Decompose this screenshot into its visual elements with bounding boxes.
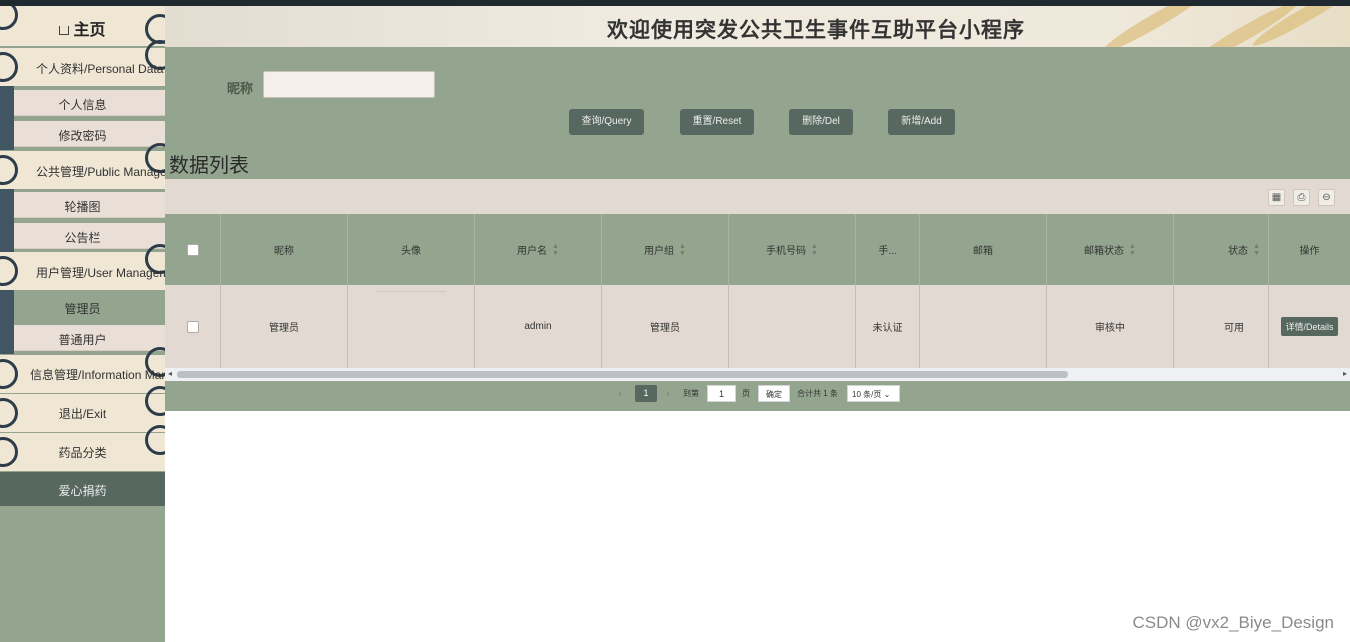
scrollbar-thumb[interactable] xyxy=(177,371,1068,378)
cell-group: 管理员 xyxy=(602,285,729,368)
sidebar-menu-label: 个人资料/Personal Data xyxy=(36,62,164,76)
pagination: ‹ 1 › 到第 1 页 确定 合计共 1 条 10 条/页 ⌄ xyxy=(165,381,1350,407)
page-unit-label: 页 xyxy=(742,389,750,398)
sidebar-item-personal-info[interactable]: 个人信息 xyxy=(14,90,165,116)
nickname-search-input[interactable] xyxy=(263,71,435,98)
column-header[interactable]: 邮箱状态 ▲ ▼ xyxy=(1047,214,1174,285)
sidebar-menu-label: 退出/Exit xyxy=(58,407,107,421)
reset-button[interactable]: 重置/Reset xyxy=(680,109,754,135)
sidebar-menu-medicine-donation[interactable]: 爱心捐药 xyxy=(0,472,165,506)
cell-status: 可用 xyxy=(1174,285,1269,368)
cell-action: 详情/Details xyxy=(1269,285,1350,368)
add-button[interactable]: 新增/Add xyxy=(888,109,955,135)
sidebar-menu-personal[interactable]: 个人资料/Personal Data xyxy=(0,40,165,86)
sidebar-menu-label: 公共管理/Public Management xyxy=(36,165,165,179)
export-icon[interactable]: ⎙ xyxy=(1293,189,1310,206)
next-page-icon[interactable]: › xyxy=(666,385,670,402)
cell-phone-status: 未认证 xyxy=(856,285,920,368)
column-header[interactable]: 手机号码 ▲ ▼ xyxy=(729,214,856,285)
sidebar-menu-label: 用户管理/User Management xyxy=(36,266,165,280)
cell-avatar xyxy=(348,285,475,368)
total-count: 合计共 1 条 xyxy=(797,389,838,398)
cell-email xyxy=(920,285,1047,368)
sidebar-menu-medicine-category[interactable]: 药品分类 xyxy=(0,425,165,471)
home-label: 主页 xyxy=(73,22,106,39)
chevron-down-icon: ⌄ xyxy=(883,390,891,399)
query-button[interactable]: 查询/Query xyxy=(569,109,644,135)
sidebar-menu-public[interactable]: 公共管理/Public Management xyxy=(0,143,165,189)
table-header: 昵称 头像 用户名 ▲ ▼ 用户组 ▲ ▼ 手机号码 ▲ ▼ 手... 邮箱 邮箱状态 ▲ ▼ … xyxy=(165,214,1350,285)
column-header[interactable]: 邮箱 xyxy=(920,214,1047,285)
sort-icon[interactable]: ▲ ▼ xyxy=(1253,243,1260,257)
sidebar-menu-user[interactable]: 用户管理/User Management xyxy=(0,244,165,290)
column-header[interactable]: 用户组 ▲ ▼ xyxy=(602,214,729,285)
delete-button[interactable]: 删除/Del xyxy=(789,109,853,135)
sidebar-menu-label: 爱心捐药 xyxy=(58,484,107,498)
scroll-right-icon[interactable]: ▸ xyxy=(1343,369,1347,378)
sidebar-item-label: 管理员 xyxy=(64,302,101,316)
goto-page-input[interactable]: 1 xyxy=(707,385,736,402)
sidebar-item-label: 修改密码 xyxy=(58,129,107,143)
watermark: CSDN @vx2_Biye_Design xyxy=(1132,613,1334,632)
sidebar-item-label: 轮播图 xyxy=(64,200,101,214)
main-content: 欢迎使用突发公共卫生事件互助平台小程序 昵称 查询/Query 重置/Reset… xyxy=(165,6,1350,642)
page-size-value: 10 条/页 xyxy=(852,390,882,399)
column-header[interactable]: 用户名 ▲ ▼ xyxy=(475,214,602,285)
column-header[interactable]: 昵称 xyxy=(221,214,348,285)
sort-icon[interactable]: ▲ ▼ xyxy=(552,243,559,257)
columns-icon[interactable]: ▦ xyxy=(1268,189,1285,206)
banner: 欢迎使用突发公共卫生事件互助平台小程序 xyxy=(165,6,1350,47)
cell-phone xyxy=(729,285,856,368)
sidebar-menu-label: 信息管理/Information Management xyxy=(30,368,165,382)
goto-label: 到第 xyxy=(683,389,699,398)
sidebar-menu-exit[interactable]: 退出/Exit xyxy=(0,386,165,432)
avatar xyxy=(376,291,446,292)
sort-icon[interactable]: ▲ ▼ xyxy=(1129,243,1136,257)
sidebar-item-label: 公告栏 xyxy=(64,231,101,245)
column-header[interactable]: 手... xyxy=(856,214,920,285)
page-number[interactable]: 1 xyxy=(635,385,657,402)
sidebar-item-carousel[interactable]: 轮播图 xyxy=(14,192,165,218)
page-size-select[interactable]: 10 条/页 ⌄ xyxy=(847,385,900,402)
sidebar-menu-information[interactable]: 信息管理/Information Management xyxy=(0,347,165,393)
cell-email-status: 审核中 xyxy=(1047,285,1174,368)
list-title: 数据列表 xyxy=(169,155,249,177)
banner-title: 欢迎使用突发公共卫生事件互助平台小程序 xyxy=(607,19,1025,42)
prev-page-icon[interactable]: ‹ xyxy=(618,385,622,402)
cell-nickname: 管理员 xyxy=(221,285,348,368)
table-toolbar xyxy=(165,179,1350,214)
table-row: 管理员 admin 管理员 未认证 审核中 可用 详情/Details xyxy=(165,285,1350,368)
details-button[interactable]: 详情/Details xyxy=(1281,317,1338,336)
column-header[interactable]: 状态 ▲ ▼ xyxy=(1174,214,1269,285)
select-all-checkbox[interactable] xyxy=(186,243,199,256)
sidebar-item-normal-user[interactable]: 普通用户 xyxy=(14,325,165,351)
sort-icon[interactable]: ▲ ▼ xyxy=(679,243,686,257)
sidebar-item-admin[interactable]: 管理员 xyxy=(14,294,165,320)
row-checkbox[interactable] xyxy=(186,320,199,333)
sidebar-item-change-password[interactable]: 修改密码 xyxy=(14,121,165,147)
scroll-left-icon[interactable]: ◂ xyxy=(168,369,172,378)
select-all-cell xyxy=(165,214,221,285)
leaf-decoration xyxy=(1099,6,1211,47)
column-header: 操作 xyxy=(1299,246,1320,257)
sidebar-item-label: 个人信息 xyxy=(58,98,107,112)
cell-username: admin xyxy=(475,285,602,368)
row-select-cell xyxy=(165,285,221,368)
sidebar-item-notice[interactable]: 公告栏 xyxy=(14,223,165,249)
sort-icon[interactable]: ▲ ▼ xyxy=(811,243,818,257)
home-icon xyxy=(59,26,70,35)
sidebar-home[interactable]: 主页 xyxy=(0,6,165,46)
column-header[interactable]: 头像 xyxy=(348,214,475,285)
horizontal-scrollbar[interactable]: ◂ ▸ xyxy=(165,368,1350,381)
sidebar-menu-label: 药品分类 xyxy=(58,446,107,460)
sidebar: 主页 个人资料/Personal Data 个人信息 修改密码 公共管理/Pub… xyxy=(0,6,165,642)
print-icon[interactable]: ⊖ xyxy=(1318,189,1335,206)
search-label: 昵称 xyxy=(227,81,254,96)
sidebar-item-label: 普通用户 xyxy=(58,333,107,347)
goto-confirm-button[interactable]: 确定 xyxy=(758,385,790,402)
